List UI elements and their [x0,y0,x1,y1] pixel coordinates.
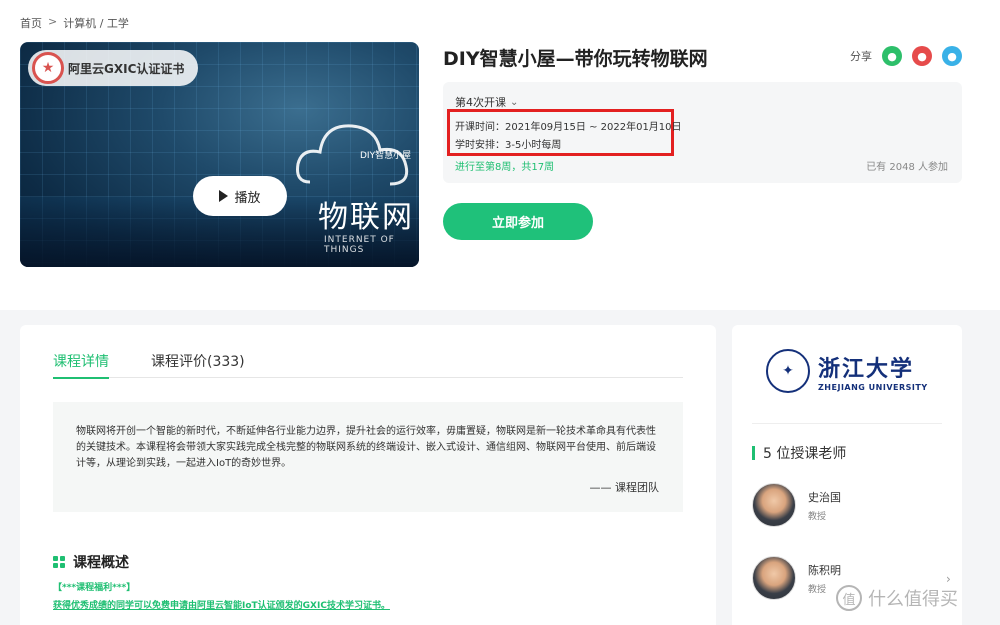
play-icon [219,190,229,202]
breadcrumb-home[interactable]: 首页 [20,15,42,31]
course-schedule: 学时安排：3-5小时每周 [455,140,562,151]
play-button[interactable]: 播放 [193,176,287,216]
breadcrumb: 首页 > 计算机 / 工学 [20,15,129,31]
session-selector[interactable]: 第4次开课 ⌄ [455,94,518,110]
course-progress: 进行至第8周，共17周 [455,162,555,173]
bonus-link[interactable]: 获得优秀成绩的同学可以免费申请由阿里云智能IoT认证颁发的GXIC技术学习证书。 [53,598,390,611]
certificate-badge-label: 阿里云GXIC认证证书 [68,61,185,76]
participants-count: 已有 2048 人参加 [866,162,948,173]
course-title: DIY智慧小屋—带你玩转物联网 [443,48,708,70]
description-signature: —— 课程团队 [589,481,660,494]
teacher-name: 陈积明 [808,563,841,577]
chevron-right-icon[interactable]: › [946,572,951,586]
tab-bar: 课程详情 课程评价(333) [53,351,683,379]
course-cover-video[interactable]: ★ 阿里云GXIC认证证书 DIY智慧小屋 物联网 INTERNET OF TH… [20,42,419,267]
tab-details[interactable]: 课程详情 [53,351,109,379]
teacher-item[interactable]: 史治国 教授 [752,483,841,527]
instructor-card: ✦ 浙江大学 ZHEJIANG UNIVERSITY 5 位授课老师 史治国 教… [732,325,962,625]
qq-icon[interactable]: ● [942,46,962,66]
course-header-area: 首页 > 计算机 / 工学 ★ 阿里云GXIC认证证书 DIY智慧小屋 物联网 … [0,0,1000,310]
session-info-box: 第4次开课 ⌄ 开课时间：2021年09月15日 ~ 2022年01月10日 学… [443,82,962,183]
chevron-down-icon: ⌄ [510,96,519,108]
cover-logo-small: DIY智慧小屋 [360,151,412,161]
description-text: 物联网将开创一个智能的新时代，不断延伸各行业能力边界，提升社会的运行效率，毋庸置… [76,426,656,469]
divider [752,423,942,424]
grid-icon [53,556,65,568]
play-button-label: 播放 [234,190,261,206]
watermark-text: 什么值得买 [868,589,958,610]
avatar [752,556,796,600]
breadcrumb-category[interactable]: 计算机 / 工学 [63,15,129,31]
watermark: 值 什么值得买 [836,585,958,611]
teacher-item[interactable]: 陈积明 教授 [752,556,841,600]
heading-accent-bar [752,446,755,460]
share-bar: 分享 ● ● ● [850,46,962,66]
watermark-icon: 值 [836,585,862,611]
university-logo[interactable]: ✦ 浙江大学 ZHEJIANG UNIVERSITY [766,349,928,393]
overview-heading: 课程概述 [53,552,129,572]
share-label: 分享 [850,50,872,63]
weibo-icon[interactable]: ● [912,46,932,66]
avatar [752,483,796,527]
cover-logo-text: 物联网 [318,200,414,235]
teachers-heading: 5 位授课老师 [752,443,846,463]
university-emblem-icon: ✦ [766,349,810,393]
medal-icon: ★ [32,52,64,84]
bonus-title: 【***课程福利***】 [53,583,136,593]
course-dates: 开课时间：2021年09月15日 ~ 2022年01月10日 [455,122,682,133]
wechat-icon[interactable]: ● [882,46,902,66]
teacher-role: 教授 [808,511,827,522]
teachers-title: 5 位授课老师 [763,446,847,462]
overview-title: 课程概述 [73,555,129,571]
course-description: 物联网将开创一个智能的新时代，不断延伸各行业能力边界，提升社会的运行效率，毋庸置… [53,402,683,512]
teacher-name: 史治国 [808,490,841,504]
course-detail-card: 课程详情 课程评价(333) 物联网将开创一个智能的新时代，不断延伸各行业能力边… [20,325,716,625]
breadcrumb-separator: > [48,15,58,28]
certificate-badge: ★ 阿里云GXIC认证证书 [28,50,199,86]
university-name-en: ZHEJIANG UNIVERSITY [818,382,928,392]
join-button[interactable]: 立即参加 [443,203,593,240]
university-name-cn: 浙江大学 [818,355,915,382]
cover-logo-subtitle: INTERNET OF THINGS [324,235,395,255]
session-label: 第4次开课 [455,96,506,109]
tab-reviews[interactable]: 课程评价(333) [151,351,245,378]
